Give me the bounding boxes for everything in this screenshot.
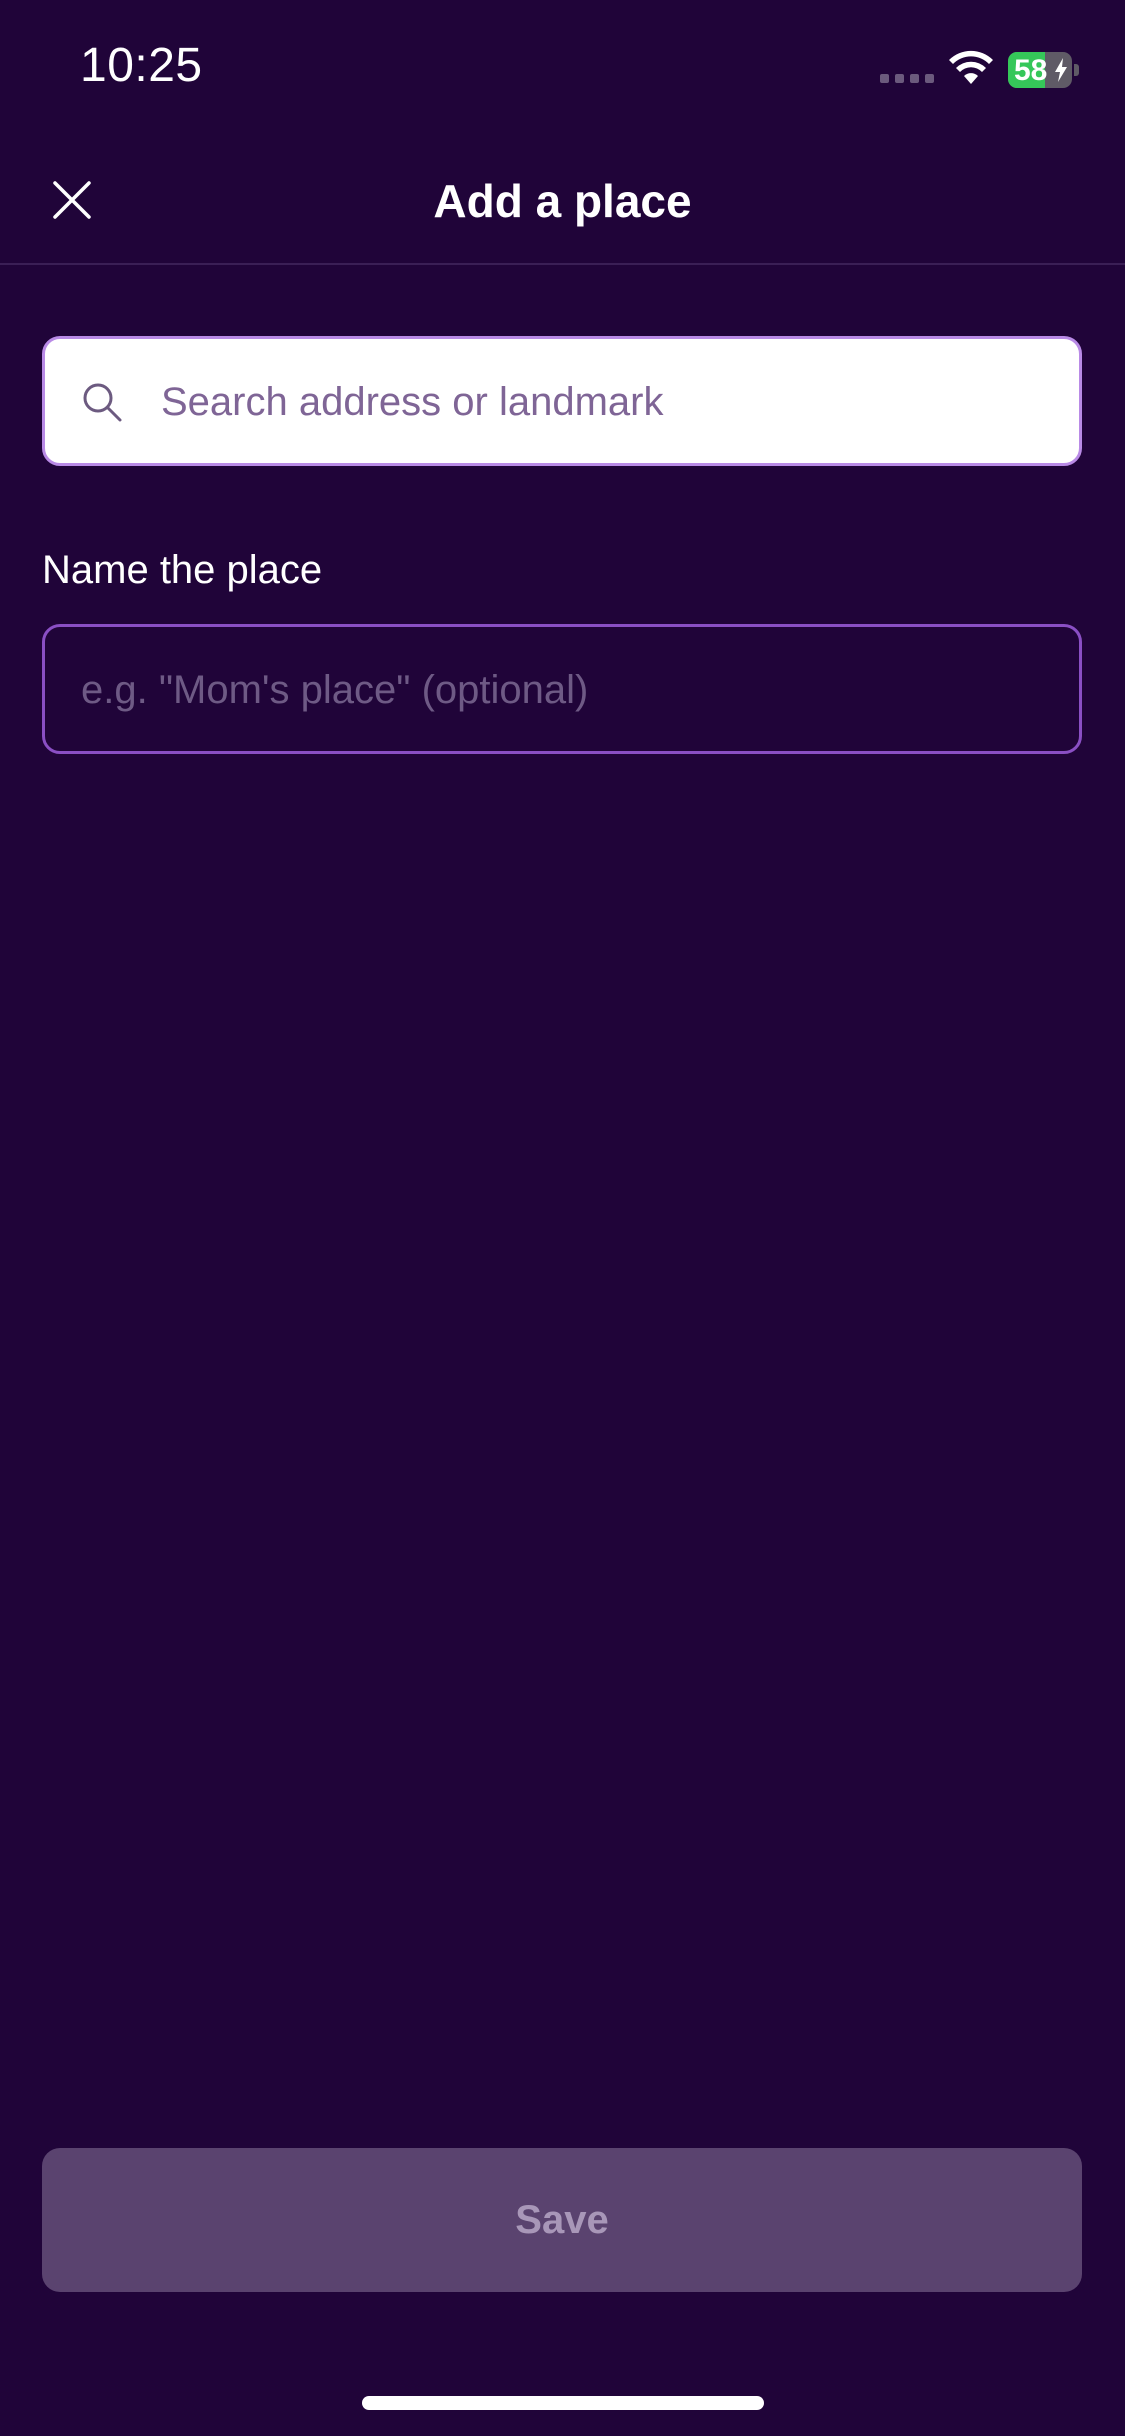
- name-field-label: Name the place: [42, 548, 323, 592]
- search-icon: [83, 383, 122, 422]
- name-field[interactable]: [42, 624, 1082, 754]
- home-indicator[interactable]: [362, 2396, 764, 2410]
- header: Add a place: [0, 140, 1125, 265]
- add-place-screen: 10:25 58 Add a place Search address or l…: [0, 0, 1125, 2436]
- battery-charging-icon: 58: [1008, 52, 1080, 88]
- search-input[interactable]: [159, 339, 1063, 465]
- status-time: 10:25: [80, 39, 203, 92]
- name-input[interactable]: [79, 627, 1053, 753]
- battery-percent: 58: [1014, 54, 1048, 87]
- wifi-icon: [949, 50, 993, 84]
- search-field[interactable]: [42, 336, 1082, 466]
- save-button[interactable]: Save: [42, 2148, 1082, 2292]
- signal-dots-icon: [880, 74, 936, 84]
- status-bar: 10:25 58: [0, 0, 1125, 130]
- page-title: Add a place: [433, 175, 692, 227]
